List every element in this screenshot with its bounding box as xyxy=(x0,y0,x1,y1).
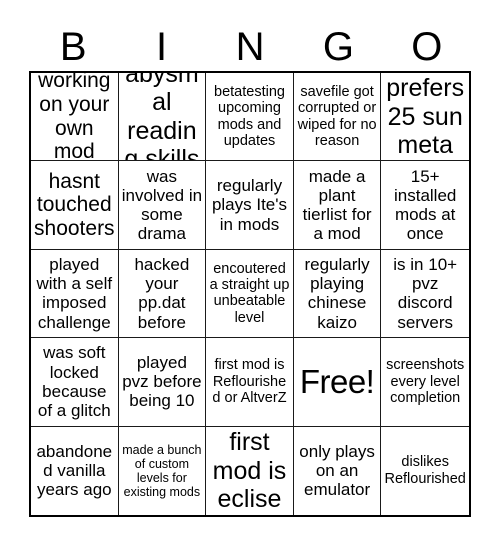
bingo-cell[interactable]: encoutered a straight up unbeatable leve… xyxy=(206,249,294,339)
header-letter-b: B xyxy=(59,24,87,69)
header-letter-o: O xyxy=(411,24,443,69)
bingo-cell[interactable]: regularly playing chinese kaizo xyxy=(293,249,382,339)
bingo-cell-label: first mod is Reflourished or AltverZ xyxy=(212,357,287,407)
header-letter-n: N xyxy=(235,24,265,69)
bingo-grid: working on your own mod abysmal reading s… xyxy=(29,71,471,517)
bingo-cell-label: was soft locked because of a glitch xyxy=(37,343,111,421)
bingo-cell-label: regularly playing chinese kaizo xyxy=(304,255,370,332)
bingo-cell[interactable]: made a plant tierlist for a mod xyxy=(293,161,382,250)
bingo-cell-label: betatesting upcoming mods and updates xyxy=(214,83,285,150)
bingo-cell-label: played pvz before being 10 xyxy=(122,353,202,411)
bingo-cell[interactable]: was involved in some drama xyxy=(118,161,207,250)
bingo-cell-label: dislikes Reflourished xyxy=(384,454,466,487)
bingo-cell[interactable]: played pvz before being 10 xyxy=(118,338,207,427)
bingo-header: B I N G O xyxy=(29,22,471,71)
bingo-cell-label: made a plant tierlist for a mod xyxy=(302,166,372,244)
bingo-cell-label: hasnt touched shooters xyxy=(34,169,115,240)
bingo-cell-label: abandoned vanilla years ago xyxy=(36,441,113,500)
header-letter-i: I xyxy=(156,24,168,69)
bingo-cell-label: is in 10+ pvz discord servers xyxy=(393,255,458,332)
bingo-cell-label: regularly plays Ite's in mods xyxy=(211,176,288,234)
bingo-cell-label: only plays on an emulator xyxy=(299,441,375,500)
bingo-cell[interactable]: savefile got corrupted or wiped for no r… xyxy=(293,73,382,162)
bingo-cell[interactable]: abandoned vanilla years ago xyxy=(31,426,119,515)
bingo-cell[interactable]: is in 10+ pvz discord servers xyxy=(381,249,469,339)
bingo-cell[interactable]: screenshots every level completion xyxy=(381,338,469,427)
bingo-cell-label: 15+ installed mods at once xyxy=(394,166,457,244)
bingo-cell[interactable]: hasnt touched shooters xyxy=(31,161,119,250)
bingo-cell[interactable]: 15+ installed mods at once xyxy=(381,161,469,250)
bingo-cell-label: was involved in some drama xyxy=(121,166,203,244)
bingo-cell[interactable]: first mod is Reflourished or AltverZ xyxy=(206,338,294,427)
bingo-cell[interactable]: prefers 25 sun meta xyxy=(381,73,469,162)
bingo-cell-label: made a bunch of custom levels for existi… xyxy=(122,442,202,499)
bingo-cell[interactable]: first mod is eclise xyxy=(206,426,294,515)
bingo-cell-label: prefers 25 sun meta xyxy=(386,74,465,159)
header-letter-g: G xyxy=(322,24,354,69)
bingo-cell-label: abysmal reading skills xyxy=(124,73,200,162)
bingo-cell-label: screenshots every level completion xyxy=(386,357,465,407)
bingo-cell[interactable]: made a bunch of custom levels for existi… xyxy=(118,426,207,515)
bingo-cell[interactable]: regularly plays Ite's in mods xyxy=(206,161,294,250)
bingo-cell[interactable]: working on your own mod xyxy=(31,73,119,162)
bingo-cell-label: Free! xyxy=(299,363,375,401)
bingo-cell-label: encoutered a straight up unbeatable leve… xyxy=(209,260,290,326)
bingo-free-space[interactable]: Free! xyxy=(293,338,382,427)
bingo-cell-label: savefile got corrupted or wiped for no r… xyxy=(297,83,377,150)
bingo-cell[interactable]: played with a self imposed challenge xyxy=(31,249,119,339)
bingo-card: B I N G O working on your own mod abysmal… xyxy=(0,0,500,544)
bingo-cell[interactable]: dislikes Reflourished xyxy=(381,426,469,515)
bingo-cell-label: played with a self imposed challenge xyxy=(36,255,113,332)
bingo-cell-label: hacked your pp.dat before xyxy=(134,255,190,332)
bingo-cell[interactable]: abysmal reading skills xyxy=(118,73,207,162)
bingo-cell[interactable]: betatesting upcoming mods and updates xyxy=(206,73,294,162)
bingo-cell-label: working on your own mod xyxy=(38,73,111,162)
bingo-cell[interactable]: hacked your pp.dat before xyxy=(118,249,207,339)
bingo-cell-label: first mod is eclise xyxy=(212,428,287,513)
bingo-cell[interactable]: was soft locked because of a glitch xyxy=(31,338,119,427)
bingo-cell[interactable]: only plays on an emulator xyxy=(293,426,382,515)
